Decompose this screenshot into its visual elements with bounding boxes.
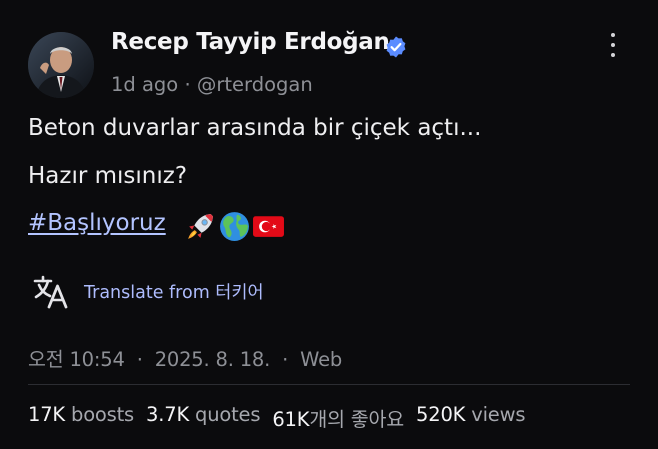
more-options-icon[interactable]: [600, 30, 626, 60]
meta-separator: ·: [184, 73, 191, 96]
quotes-count: 3.7K: [146, 403, 190, 426]
likes-stat[interactable]: 61K개의 좋아요: [272, 403, 404, 432]
avatar-photo: [28, 32, 94, 98]
post-text-line-1: Beton duvarlar arasında bir çiçek açtı..…: [28, 115, 482, 141]
timestamp-separator: ·: [282, 348, 289, 371]
post-stats: 17K boosts 3.7K quotes 61K개의 좋아요 520K vi…: [28, 403, 526, 432]
likes-count: 61K: [272, 408, 310, 431]
timestamp-separator: ·: [136, 348, 143, 371]
emoji-group: [184, 210, 285, 243]
quotes-stat[interactable]: 3.7K quotes: [146, 403, 260, 432]
quotes-label: quotes: [195, 403, 261, 426]
author-handle[interactable]: @rterdogan: [197, 73, 313, 96]
post-source: Web: [300, 348, 343, 371]
post: Recep Tayyip Erdoğan 1d ago · @rterdogan…: [0, 0, 658, 449]
boosts-stat[interactable]: 17K boosts: [28, 403, 134, 432]
views-stat[interactable]: 520K views: [416, 403, 525, 432]
boosts-label: boosts: [71, 403, 135, 426]
post-text-line-2: Hazır mısınız?: [28, 163, 188, 189]
post-date: 2025. 8. 18.: [154, 348, 271, 371]
post-time: 오전 10:54: [28, 348, 125, 371]
globe-americas-icon: [220, 212, 249, 241]
views-label: views: [471, 403, 526, 426]
rocket-icon: [188, 214, 213, 239]
post-meta: 1d ago · @rterdogan: [111, 73, 313, 96]
likes-label: 개의 좋아요: [309, 408, 405, 431]
avatar[interactable]: [28, 32, 94, 98]
divider: [28, 384, 630, 385]
verified-badge-icon: [386, 36, 406, 58]
translate-icon: [33, 275, 68, 309]
translate-label[interactable]: Translate from 터키어: [84, 279, 264, 304]
translate-button[interactable]: Translate from 터키어: [32, 272, 264, 310]
hashtag-link[interactable]: #Başlıyoruz: [28, 210, 166, 236]
post-timestamp: 오전 10:54 · 2025. 8. 18. · Web: [28, 343, 342, 372]
views-count: 520K: [416, 403, 466, 426]
author-name[interactable]: Recep Tayyip Erdoğan: [111, 29, 390, 55]
time-ago[interactable]: 1d ago: [111, 73, 178, 96]
turkey-flag-icon: [253, 216, 284, 237]
boosts-count: 17K: [28, 403, 66, 426]
